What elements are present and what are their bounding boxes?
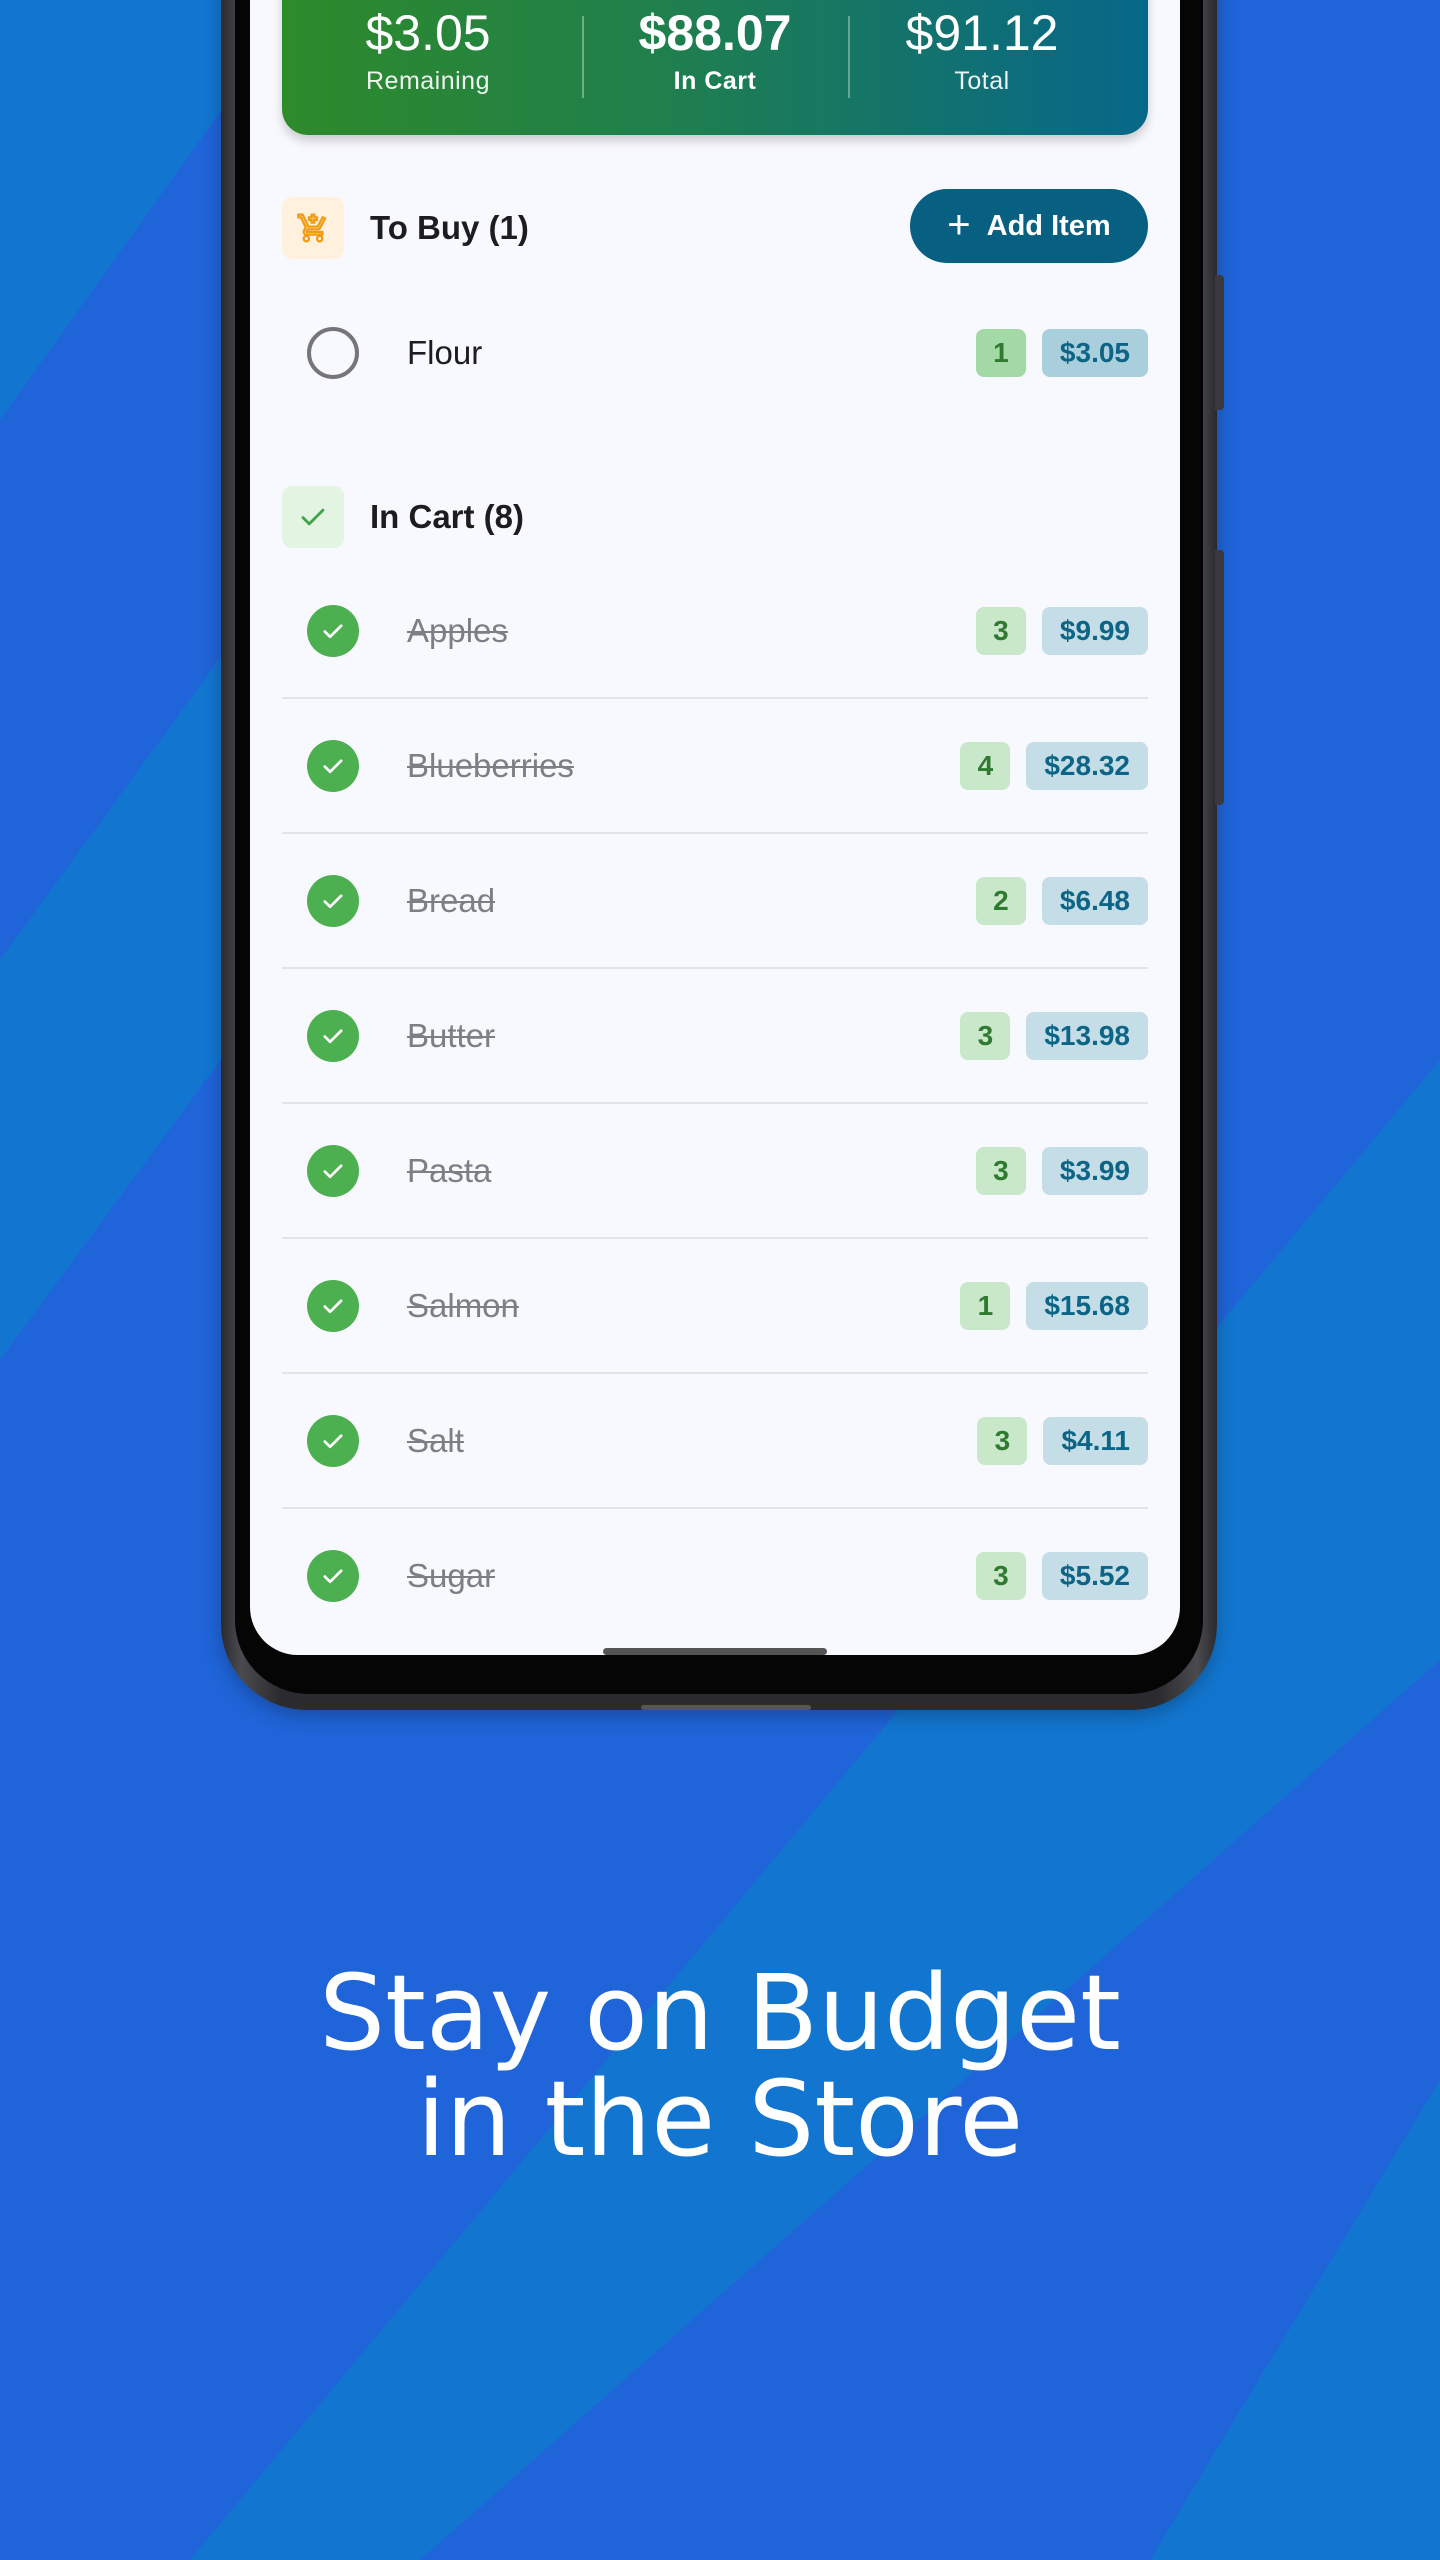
- to-buy-section-header: To Buy (1) + Add Item: [282, 189, 1148, 263]
- unchecked-radio-icon[interactable]: [307, 327, 359, 379]
- quantity-badge: 3: [960, 1012, 1011, 1060]
- price-badge: $15.68: [1026, 1282, 1148, 1330]
- in-cart-item[interactable]: Sugar 3 $5.52: [282, 1509, 1148, 1644]
- quantity-badge: 3: [975, 1552, 1026, 1600]
- marketing-tagline: Stay on Budget in the Store: [0, 1960, 1440, 2172]
- phone-port: [641, 1705, 811, 1710]
- to-buy-item[interactable]: Flour 1 $3.05: [282, 286, 1148, 421]
- item-name: Flour: [407, 334, 483, 371]
- in-cart-item[interactable]: Pasta 3 $3.99: [282, 1104, 1148, 1239]
- in-cart-item[interactable]: Blueberries 4 $28.32: [282, 699, 1148, 834]
- tagline-line-1: Stay on Budget: [319, 1952, 1121, 2074]
- in-cart-amount: $88.07: [638, 5, 792, 61]
- shopping-cart-icon: [282, 197, 344, 259]
- app-screen: $3.05 Remaining $88.07 In Cart $91.12 To…: [250, 0, 1180, 1655]
- in-cart-section-header: In Cart (8): [282, 486, 1148, 548]
- in-cart-item[interactable]: Bread 2 $6.48: [282, 834, 1148, 969]
- quantity-badge: 3: [975, 1147, 1026, 1195]
- in-cart-item[interactable]: Salt 3 $4.11: [282, 1374, 1148, 1509]
- quantity-badge: 3: [977, 1417, 1028, 1465]
- item-name: Sugar: [407, 1557, 496, 1594]
- remaining-label: Remaining: [365, 67, 490, 95]
- item-name: Salmon: [407, 1287, 519, 1324]
- quantity-badge: 2: [975, 877, 1026, 925]
- in-cart-summary: $88.07 In Cart: [581, 0, 849, 96]
- checked-circle-icon[interactable]: [307, 1550, 359, 1602]
- quantity-badge: 4: [960, 742, 1011, 790]
- item-name: Apples: [407, 612, 508, 649]
- phone-side-button: [1215, 275, 1224, 410]
- in-cart-item[interactable]: Butter 3 $13.98: [282, 969, 1148, 1104]
- remaining-summary: $3.05 Remaining: [294, 0, 562, 96]
- phone-volume-button: [1215, 550, 1224, 805]
- checked-circle-icon[interactable]: [307, 1145, 359, 1197]
- item-name: Salt: [407, 1422, 464, 1459]
- checked-circle-icon[interactable]: [307, 1010, 359, 1062]
- checked-circle-icon[interactable]: [307, 1280, 359, 1332]
- remaining-amount: $3.05: [365, 5, 491, 61]
- plus-icon: +: [947, 202, 971, 247]
- in-cart-label: In Cart: [673, 67, 757, 95]
- quantity-badge: 1: [960, 1282, 1011, 1330]
- price-badge: $5.52: [1041, 1552, 1148, 1600]
- quantity-badge: 1: [975, 329, 1026, 377]
- checked-circle-icon[interactable]: [307, 1415, 359, 1467]
- in-cart-item[interactable]: Salmon 1 $15.68: [282, 1239, 1148, 1374]
- total-amount: $91.12: [905, 5, 1059, 61]
- price-badge: $6.48: [1041, 877, 1148, 925]
- checkmark-icon: [282, 486, 344, 548]
- checked-circle-icon[interactable]: [307, 875, 359, 927]
- item-name: Bread: [407, 882, 496, 919]
- price-badge: $4.11: [1043, 1417, 1148, 1465]
- add-item-label: Add Item: [986, 209, 1111, 242]
- checked-circle-icon[interactable]: [307, 740, 359, 792]
- home-indicator[interactable]: [603, 1648, 827, 1655]
- price-badge: $28.32: [1026, 742, 1148, 790]
- quantity-badge: 3: [975, 607, 1026, 655]
- price-badge: $9.99: [1041, 607, 1148, 655]
- item-name: Blueberries: [407, 747, 574, 784]
- total-summary: $91.12 Total: [848, 0, 1116, 96]
- total-label: Total: [954, 67, 1010, 95]
- price-badge: $3.99: [1041, 1147, 1148, 1195]
- budget-summary-card: $3.05 Remaining $88.07 In Cart $91.12 To…: [282, 0, 1148, 135]
- price-badge: $13.98: [1026, 1012, 1148, 1060]
- to-buy-title: To Buy (1): [370, 209, 529, 246]
- price-badge: $3.05: [1041, 329, 1148, 377]
- add-item-button[interactable]: + Add Item: [910, 189, 1148, 263]
- item-name: Pasta: [407, 1152, 492, 1189]
- in-cart-title: In Cart (8): [370, 498, 525, 535]
- item-name: Butter: [407, 1017, 496, 1054]
- in-cart-item[interactable]: Apples 3 $9.99: [282, 564, 1148, 699]
- checked-circle-icon[interactable]: [307, 605, 359, 657]
- tagline-line-2: in the Store: [416, 2058, 1024, 2180]
